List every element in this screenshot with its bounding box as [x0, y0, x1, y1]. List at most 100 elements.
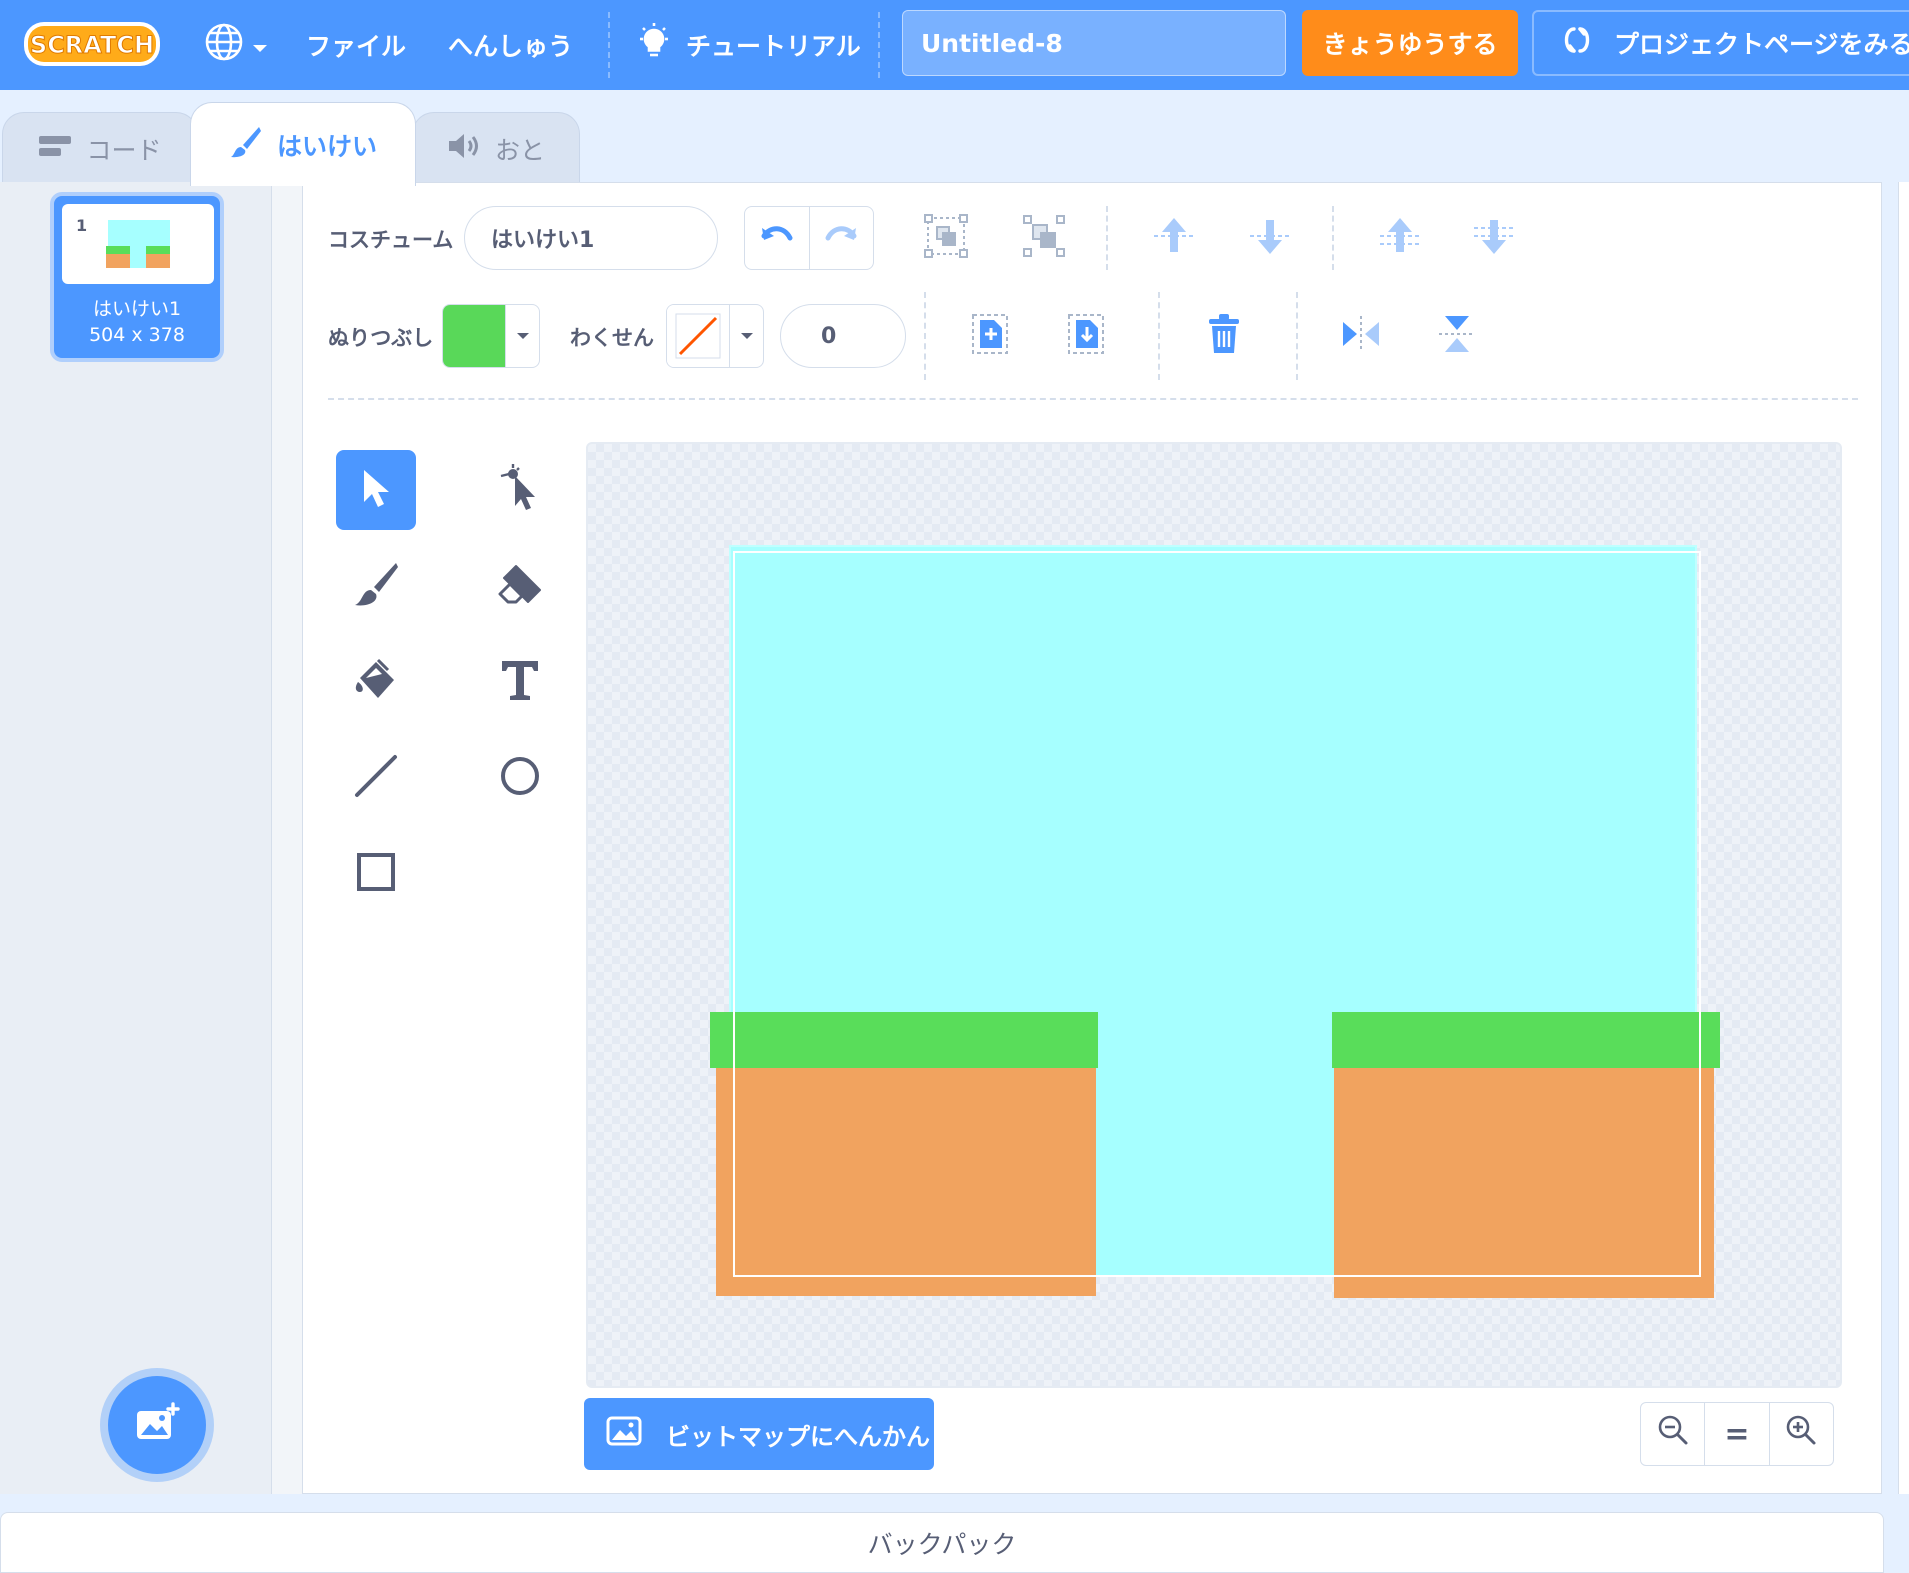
tutorials-label: チュートリアル: [686, 32, 861, 61]
backpack-header[interactable]: バックパック: [0, 1512, 1884, 1573]
toolbar-separator: [328, 398, 1858, 400]
redo-icon: [824, 224, 858, 252]
tab-code[interactable]: コード: [2, 112, 198, 184]
tab-costumes[interactable]: はいけい: [190, 102, 416, 186]
choose-backdrop-button[interactable]: [108, 1376, 206, 1474]
backward-button[interactable]: [1246, 214, 1294, 262]
caret-down-icon: [505, 305, 539, 367]
text-t-icon: [498, 657, 542, 707]
copy-icon: [970, 312, 1010, 360]
toolbar-divider: [924, 292, 926, 380]
project-page-icon: [1560, 25, 1594, 61]
zoom-reset-button[interactable]: =: [1704, 1403, 1768, 1465]
ungroup-button[interactable]: [1020, 214, 1068, 262]
zoom-out-button[interactable]: [1641, 1403, 1704, 1465]
paint-canvas[interactable]: [586, 442, 1842, 1388]
flip-vertical-icon: [1437, 312, 1477, 360]
fill-tool[interactable]: [336, 642, 416, 722]
reshape-icon: [497, 462, 543, 518]
flip-horizontal-button[interactable]: [1336, 310, 1386, 362]
see-project-page-button[interactable]: プロジェクトページをみる: [1532, 10, 1909, 76]
grass-right: [1332, 1012, 1720, 1068]
costume-item[interactable]: 1 はいけい1 504 x 378: [50, 192, 224, 362]
back-button[interactable]: [1470, 214, 1518, 262]
tab-sounds[interactable]: おと: [412, 112, 580, 184]
circle-tool[interactable]: [480, 738, 560, 818]
costume-item-size: 504 x 378: [89, 324, 185, 346]
dirt-right: [1334, 1066, 1714, 1298]
costume-name-label: コスチューム: [328, 228, 454, 252]
lightbulb-icon: [636, 22, 672, 68]
costume-name-input[interactable]: [464, 206, 718, 270]
outline-color-picker[interactable]: [666, 304, 764, 368]
menu-divider: [878, 12, 880, 78]
code-blocks-icon: [38, 133, 72, 165]
line-icon: [353, 753, 399, 803]
reshape-tool[interactable]: [480, 450, 560, 530]
zoom-controls: =: [1640, 1402, 1834, 1466]
fill-color-picker[interactable]: [442, 304, 540, 368]
forward-button[interactable]: [1150, 214, 1198, 262]
flip-horizontal-icon: [1339, 314, 1383, 358]
brush-tool[interactable]: [336, 546, 416, 626]
copy-button[interactable]: [966, 310, 1014, 362]
project-title-input[interactable]: [902, 10, 1286, 76]
tutorials-menu[interactable]: チュートリアル: [636, 0, 861, 90]
text-tool[interactable]: [480, 642, 560, 722]
group-button[interactable]: [922, 214, 970, 262]
dirt-left: [716, 1066, 1096, 1296]
undo-button[interactable]: [745, 207, 809, 269]
image-icon: [606, 1416, 642, 1452]
convert-to-bitmap-button[interactable]: ビットマップにへんかん: [584, 1398, 934, 1470]
tab-code-label: コード: [86, 135, 162, 165]
edit-menu[interactable]: へんしゅう: [448, 0, 573, 90]
costume-item-name: はいけい1: [92, 298, 182, 320]
eraser-tool[interactable]: [480, 546, 560, 626]
arrow-cursor-icon: [358, 466, 394, 514]
zoom-out-icon: [1657, 1414, 1689, 1454]
zoom-in-button[interactable]: [1768, 1403, 1833, 1465]
paste-button[interactable]: [1062, 310, 1110, 362]
brush-icon: [352, 560, 400, 612]
select-tool[interactable]: [336, 450, 416, 530]
globe-icon: [204, 22, 244, 68]
toolbar-divider: [1106, 206, 1108, 270]
scratch-logo[interactable]: SCRATCH: [22, 18, 162, 70]
see-project-page-label: プロジェクトページをみる: [1614, 30, 1909, 59]
rectangle-tool[interactable]: [336, 834, 416, 914]
ungroup-icon: [1022, 214, 1066, 262]
stage-panel-edge: [1898, 182, 1909, 1494]
caret-down-icon: [729, 305, 763, 367]
delete-button[interactable]: [1200, 310, 1248, 362]
file-menu[interactable]: ファイル: [306, 0, 406, 90]
front-button[interactable]: [1376, 214, 1424, 262]
outline-width-input[interactable]: [780, 304, 906, 368]
costume-thumbnail: 1: [62, 204, 214, 284]
line-tool[interactable]: [336, 738, 416, 818]
share-button[interactable]: きょうゆうする: [1302, 10, 1518, 76]
toolbar-divider: [1296, 292, 1298, 380]
toolbar-divider: [1332, 206, 1334, 270]
speaker-icon: [447, 132, 481, 166]
convert-to-bitmap-label: ビットマップにへんかん: [666, 1422, 930, 1451]
costume-list-scrollbar[interactable]: [272, 182, 302, 1494]
language-menu[interactable]: [204, 0, 268, 90]
arrow-up-icon: [1152, 214, 1196, 262]
backdrop-artwork: [710, 545, 1720, 1298]
trash-icon: [1205, 313, 1243, 359]
circle-icon: [498, 754, 542, 802]
flip-vertical-button[interactable]: [1432, 310, 1482, 362]
tab-costumes-label: はいけい: [276, 131, 377, 161]
costume-list: [0, 182, 272, 1494]
redo-button[interactable]: [808, 207, 874, 269]
eraser-icon: [496, 560, 544, 612]
add-image-icon: [134, 1402, 180, 1448]
paint-bucket-icon: [352, 656, 400, 708]
menu-divider: [608, 12, 610, 78]
fill-label: ぬりつぶし: [328, 326, 434, 350]
tab-sounds-label: おと: [494, 135, 545, 165]
zoom-in-icon: [1785, 1414, 1817, 1454]
paste-icon: [1066, 312, 1106, 360]
undo-icon: [760, 224, 794, 252]
costume-number: 1: [76, 216, 88, 235]
